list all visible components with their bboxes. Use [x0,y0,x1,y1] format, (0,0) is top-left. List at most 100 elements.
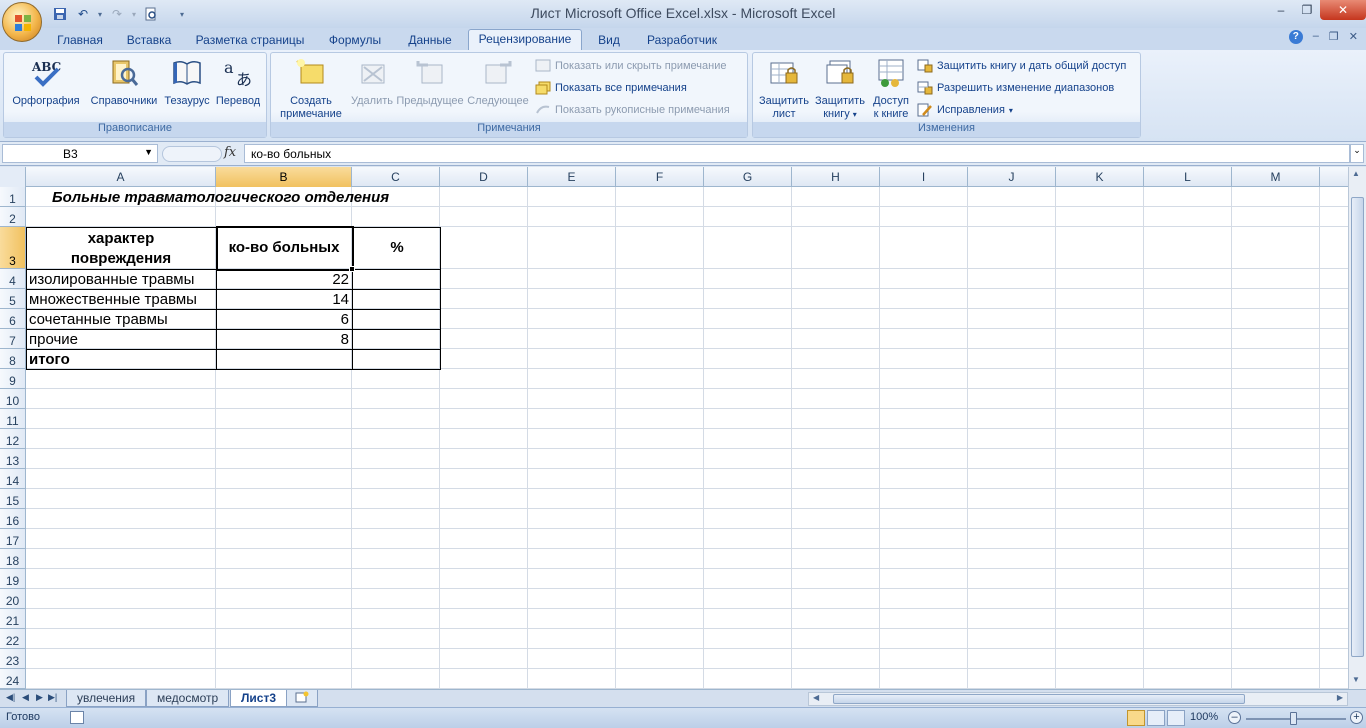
row-header-6[interactable]: 6 [0,309,26,329]
scroll-up-icon[interactable]: ▲ [1352,169,1360,178]
cell-B4[interactable]: 22 [216,271,349,288]
row-header-3[interactable]: 3 [0,227,26,269]
sheet-tab-list3[interactable]: Лист3 [230,690,288,707]
cell-B6[interactable]: 6 [216,311,349,328]
row-header-4[interactable]: 4 [0,269,26,289]
sheet-tab-medical[interactable]: медосмотр [146,690,230,707]
tab-page-layout[interactable]: Разметка страницы [188,31,312,50]
sheet-tab-hobbies[interactable]: увлечения [66,690,147,707]
row-header-21[interactable]: 21 [0,609,26,629]
row-header-8[interactable]: 8 [0,349,26,369]
zoom-in-icon[interactable]: + [1350,711,1363,724]
scroll-right-icon[interactable]: ▶ [1337,693,1343,702]
row-header-18[interactable]: 18 [0,549,26,569]
macro-record-icon[interactable] [70,711,84,724]
column-header-K[interactable]: K [1056,167,1144,187]
prev-sheet-icon[interactable]: ◀ [22,692,29,703]
row-header-13[interactable]: 13 [0,449,26,469]
column-header-H[interactable]: H [792,167,880,187]
scroll-left-icon[interactable]: ◀ [813,693,819,702]
tab-view[interactable]: Вид [588,31,630,50]
new-comment-button[interactable]: Создать примечание [275,57,347,121]
tab-review[interactable]: Рецензирование [468,29,582,50]
share-workbook-button[interactable]: Доступ к книге [867,57,915,121]
close-icon[interactable]: ✕ [1320,0,1366,20]
protect-workbook-button[interactable]: Защитить книгу ▾ [811,57,869,121]
help-icon[interactable]: ? [1288,30,1303,44]
row-header-5[interactable]: 5 [0,289,26,309]
vertical-scrollbar[interactable]: ▲ ▼ [1348,167,1366,689]
cell-A5[interactable]: множественные травмы [29,291,197,308]
workbook-close-icon[interactable]: ✕ [1349,30,1358,44]
protect-and-share-button[interactable]: Защитить книгу и дать общий доступ [917,59,1126,73]
scroll-down-icon[interactable]: ▼ [1352,675,1360,684]
spelling-button[interactable]: ABC Орфография [8,57,84,108]
previous-comment-button[interactable]: Предыдущее [395,57,465,108]
restore-icon[interactable]: ❐ [1294,0,1320,20]
horizontal-scrollbar[interactable]: ◀ ▶ [808,692,1348,706]
workbook-restore-icon[interactable]: ❐ [1329,30,1339,44]
column-header-E[interactable]: E [528,167,616,187]
tab-insert[interactable]: Вставка [118,31,180,50]
show-ink-button[interactable]: Показать рукописные примечания [535,103,730,117]
row-header-15[interactable]: 15 [0,489,26,509]
row-header-22[interactable]: 22 [0,629,26,649]
first-sheet-icon[interactable]: ◀| [6,692,15,703]
column-header-J[interactable]: J [968,167,1056,187]
column-header-A[interactable]: A [26,167,216,187]
page-break-view-icon[interactable] [1167,710,1185,726]
protect-sheet-button[interactable]: Защитить лист [755,57,813,121]
worksheet-grid[interactable]: ABCDEFGHIJKLM Больные травматологическог… [0,167,1348,689]
tab-home[interactable]: Главная [48,31,112,50]
tab-developer[interactable]: Разработчик [636,31,728,50]
row-header-14[interactable]: 14 [0,469,26,489]
cell-A7[interactable]: прочие [29,331,78,348]
last-sheet-icon[interactable]: ▶| [48,692,57,703]
insert-function-icon[interactable]: fx [224,145,236,160]
column-header-I[interactable]: I [880,167,968,187]
column-header-L[interactable]: L [1144,167,1232,187]
research-button[interactable]: Справочники [86,57,162,108]
tab-formulas[interactable]: Формулы [320,31,390,50]
ribbon-minimize-icon[interactable]: – [1313,30,1319,44]
column-header-B[interactable]: B [216,167,352,187]
track-changes-button[interactable]: Исправления ▾ [917,103,1013,117]
vertical-scroll-thumb[interactable] [1351,197,1364,657]
row-header-24[interactable]: 24 [0,669,26,689]
zoom-level[interactable]: 100% [1190,711,1218,723]
cell-A6[interactable]: сочетанные травмы [29,311,168,328]
cell-A1-title[interactable]: Больные травматологического отделения [52,189,389,206]
office-button[interactable] [2,2,42,42]
fill-handle[interactable] [349,266,355,272]
row-header-16[interactable]: 16 [0,509,26,529]
row-header-2[interactable]: 2 [0,207,26,227]
insert-sheet-button[interactable] [286,690,318,707]
row-header-20[interactable]: 20 [0,589,26,609]
normal-view-icon[interactable] [1127,710,1145,726]
cell-B7[interactable]: 8 [216,331,349,348]
row-header-11[interactable]: 11 [0,409,26,429]
column-header-G[interactable]: G [704,167,792,187]
row-header-19[interactable]: 19 [0,569,26,589]
translate-button[interactable]: aあ Перевод [212,57,264,108]
column-header-M[interactable]: M [1232,167,1320,187]
cell-B5[interactable]: 14 [216,291,349,308]
next-comment-button[interactable]: Следующее [465,57,531,108]
zoom-out-icon[interactable]: – [1228,711,1241,724]
thesaurus-button[interactable]: Тезаурус [164,57,210,108]
column-header-D[interactable]: D [440,167,528,187]
formula-input[interactable]: ко-во больных [244,144,1350,163]
allow-edit-ranges-button[interactable]: Разрешить изменение диапазонов [917,81,1114,95]
row-header-1[interactable]: 1 [0,187,26,207]
minimize-icon[interactable]: – [1268,0,1294,20]
formula-bar-splitter[interactable] [162,146,222,162]
zoom-slider-knob[interactable] [1290,712,1297,725]
show-all-comments-button[interactable]: Показать все примечания [535,81,687,95]
row-header-23[interactable]: 23 [0,649,26,669]
cell-C3[interactable]: % [353,239,441,256]
column-header-C[interactable]: C [352,167,440,187]
tab-data[interactable]: Данные [398,31,462,50]
name-box-dropdown-icon[interactable]: ▼ [144,147,153,157]
row-header-7[interactable]: 7 [0,329,26,349]
select-all-corner[interactable] [0,167,26,187]
